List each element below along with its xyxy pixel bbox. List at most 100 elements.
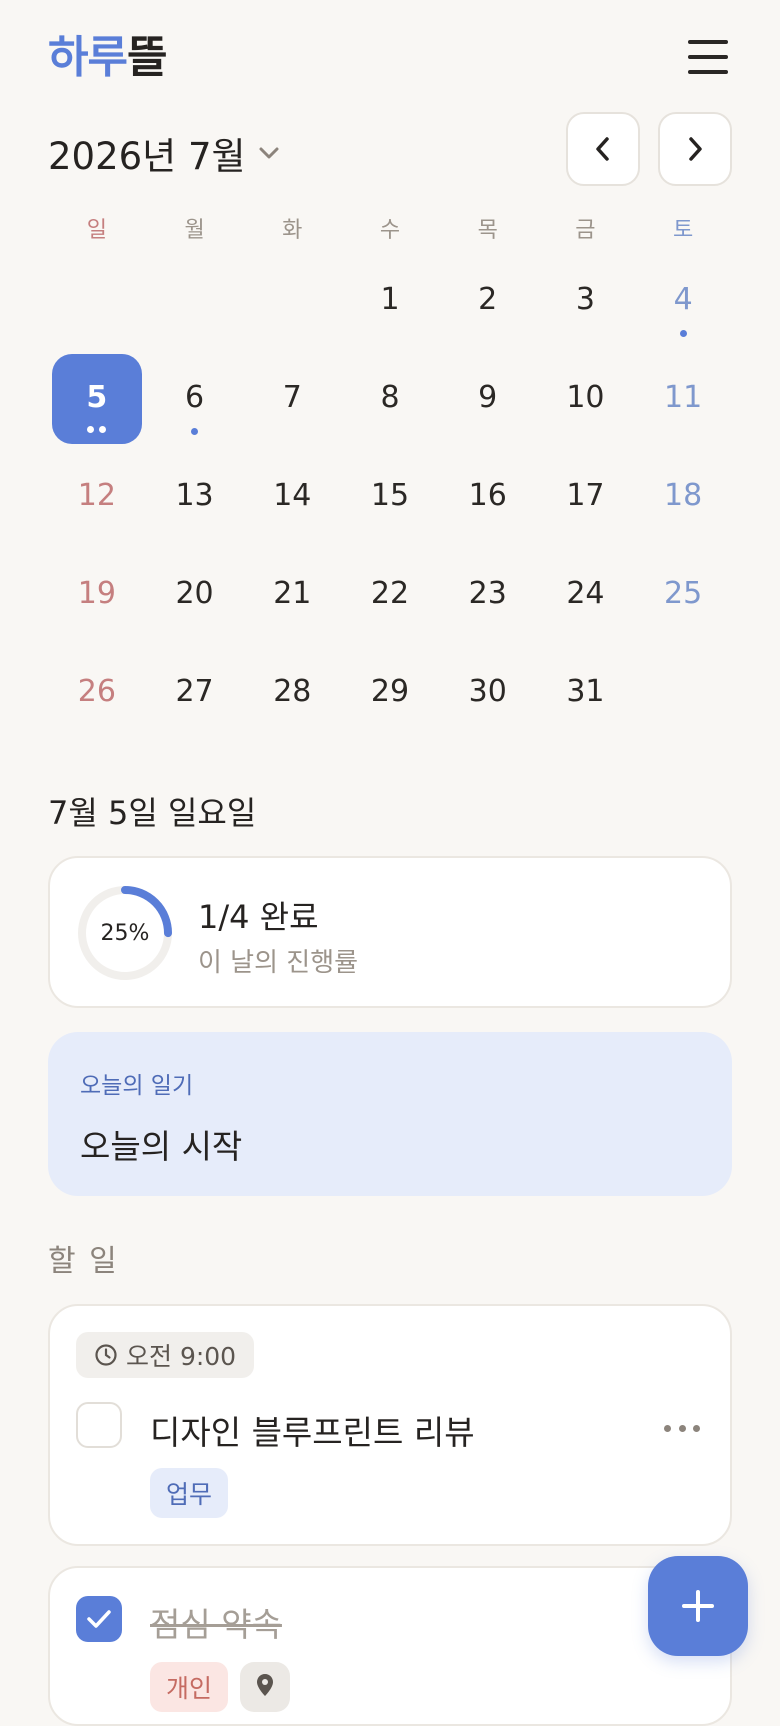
plus-icon — [682, 1590, 714, 1622]
app-logo: 하루뜰 — [48, 30, 732, 86]
calendar-day[interactable]: 4 — [634, 254, 732, 352]
calendar-day[interactable]: 19 — [48, 548, 146, 646]
diary-label: 오늘의 일기 — [80, 1073, 194, 1099]
weekday-sat: 토 — [673, 218, 694, 243]
calendar-day-selected[interactable]: 5 — [48, 352, 146, 450]
prev-month-button[interactable] — [566, 112, 640, 186]
event-dot — [99, 426, 107, 433]
event-dot — [87, 426, 95, 433]
progress-summary: 1/4 완료 — [198, 898, 319, 936]
calendar-day[interactable]: 15 — [341, 450, 439, 548]
calendar-day-number: 31 — [566, 674, 605, 709]
calendar-day[interactable]: 13 — [146, 450, 244, 548]
calendar-day[interactable]: 25 — [634, 548, 732, 646]
event-dot — [679, 330, 687, 337]
chevron-down-icon — [259, 147, 279, 159]
calendar-day[interactable]: 26 — [48, 646, 146, 744]
calendar-day[interactable]: 20 — [146, 548, 244, 646]
app-header: 하루뜰 — [48, 30, 732, 86]
calendar-day[interactable]: 8 — [341, 352, 439, 450]
calendar-day-number: 4 — [673, 282, 693, 317]
calendar-day-number: 18 — [664, 478, 703, 513]
weekday-wed: 수 — [379, 218, 401, 243]
location-pin-icon — [257, 1674, 273, 1696]
calendar-day-number: 29 — [370, 674, 410, 709]
task-tag: 업무 — [150, 1468, 229, 1518]
weekday-header: 일 월 화 수 목 금 토 — [48, 212, 732, 244]
calendar-day-number: 15 — [370, 478, 410, 513]
calendar-day-number: 6 — [185, 380, 205, 415]
calendar-day-number: 26 — [77, 674, 116, 709]
task-checkbox[interactable] — [76, 1402, 122, 1448]
calendar-day-number: 11 — [664, 380, 703, 415]
calendar-day[interactable]: 2 — [439, 254, 537, 352]
calendar-day[interactable]: 10 — [537, 352, 635, 450]
calendar-day[interactable]: 17 — [537, 450, 635, 548]
task-time: 오전 9:00 — [126, 1342, 237, 1371]
task-card[interactable]: 점심 약속 개인 — [48, 1566, 732, 1726]
calendar-day[interactable]: 22 — [341, 548, 439, 646]
calendar-empty-cell — [243, 254, 341, 352]
calendar-day-number: 21 — [273, 576, 312, 611]
calendar-day[interactable]: 31 — [537, 646, 635, 744]
calendar-day[interactable]: 9 — [439, 352, 537, 450]
weekday-mon: 월 — [184, 218, 205, 243]
calendar-day[interactable]: 16 — [439, 450, 537, 548]
calendar-day[interactable]: 30 — [439, 646, 537, 744]
task-card[interactable]: 오전 9:00 디자인 블루프린트 리뷰 업무 — [48, 1304, 732, 1546]
next-month-button[interactable] — [658, 112, 732, 186]
calendar-day[interactable]: 3 — [537, 254, 635, 352]
calendar-day-number: 13 — [175, 478, 214, 513]
calendar-day[interactable]: 7 — [243, 352, 341, 450]
calendar-day-number: 8 — [380, 380, 400, 415]
calendar-day[interactable]: 21 — [243, 548, 341, 646]
weekday-fri: 금 — [575, 218, 596, 243]
calendar-day-number: 7 — [282, 380, 302, 415]
event-dots — [48, 426, 146, 434]
add-task-button[interactable] — [648, 1556, 748, 1656]
calendar-day[interactable]: 14 — [243, 450, 341, 548]
weekday-sun: 일 — [86, 218, 107, 243]
diary-text: 오늘의 시작 — [80, 1127, 243, 1166]
calendar-day-number: 25 — [664, 576, 703, 611]
diary-card[interactable]: 오늘의 일기 오늘의 시작 — [48, 1032, 732, 1196]
calendar-day[interactable]: 29 — [341, 646, 439, 744]
calendar-day-number: 10 — [566, 380, 605, 415]
logo-part-2: 뜰 — [126, 32, 167, 83]
calendar-day[interactable]: 6 — [146, 352, 244, 450]
todo-section-title: 할 일 — [48, 1244, 119, 1279]
calendar-day[interactable]: 1 — [341, 254, 439, 352]
event-dots — [146, 428, 244, 436]
task-title: 디자인 블루프린트 리뷰 — [150, 1413, 475, 1452]
calendar-day[interactable]: 11 — [634, 352, 732, 450]
task-checkbox-checked[interactable] — [76, 1596, 122, 1642]
calendar-day[interactable]: 12 — [48, 450, 146, 548]
calendar-empty-cell — [146, 254, 244, 352]
calendar-empty-cell — [48, 254, 146, 352]
clock-icon — [95, 1344, 117, 1366]
hamburger-menu-icon[interactable] — [684, 40, 732, 76]
calendar-grid: 1 2 3 4 5 6 7 8 9 10 11 12 13 14 15 16 17 18 19 20 21 22 23 24 2… — [48, 254, 732, 744]
selected-day-title: 7월 5일 일요일 — [48, 794, 257, 832]
calendar-day[interactable]: 23 — [439, 548, 537, 646]
more-options-icon[interactable] — [664, 1418, 700, 1438]
calendar-day[interactable]: 18 — [634, 450, 732, 548]
calendar-day-number: 9 — [478, 380, 498, 415]
progress-caption: 이 날의 진행률 — [198, 948, 359, 978]
month-label: 2026년 7월 — [48, 135, 246, 178]
calendar-day-number: 2 — [478, 282, 498, 317]
calendar-day-number: 16 — [468, 478, 507, 513]
calendar-day-number: 3 — [575, 282, 595, 317]
checkmark-icon — [87, 1610, 111, 1628]
chevron-right-icon — [689, 137, 702, 161]
calendar-day-number: 28 — [273, 674, 312, 709]
calendar-day-number: 22 — [370, 576, 410, 611]
calendar-empty-cell — [634, 646, 732, 744]
calendar-day[interactable]: 24 — [537, 548, 635, 646]
calendar-day-number: 27 — [175, 674, 214, 709]
month-selector[interactable]: 2026년 7월 — [48, 126, 280, 180]
weekday-tue: 화 — [282, 218, 303, 243]
calendar-day[interactable]: 28 — [243, 646, 341, 744]
month-bar: 2026년 7월 — [48, 112, 732, 188]
calendar-day[interactable]: 27 — [146, 646, 244, 744]
